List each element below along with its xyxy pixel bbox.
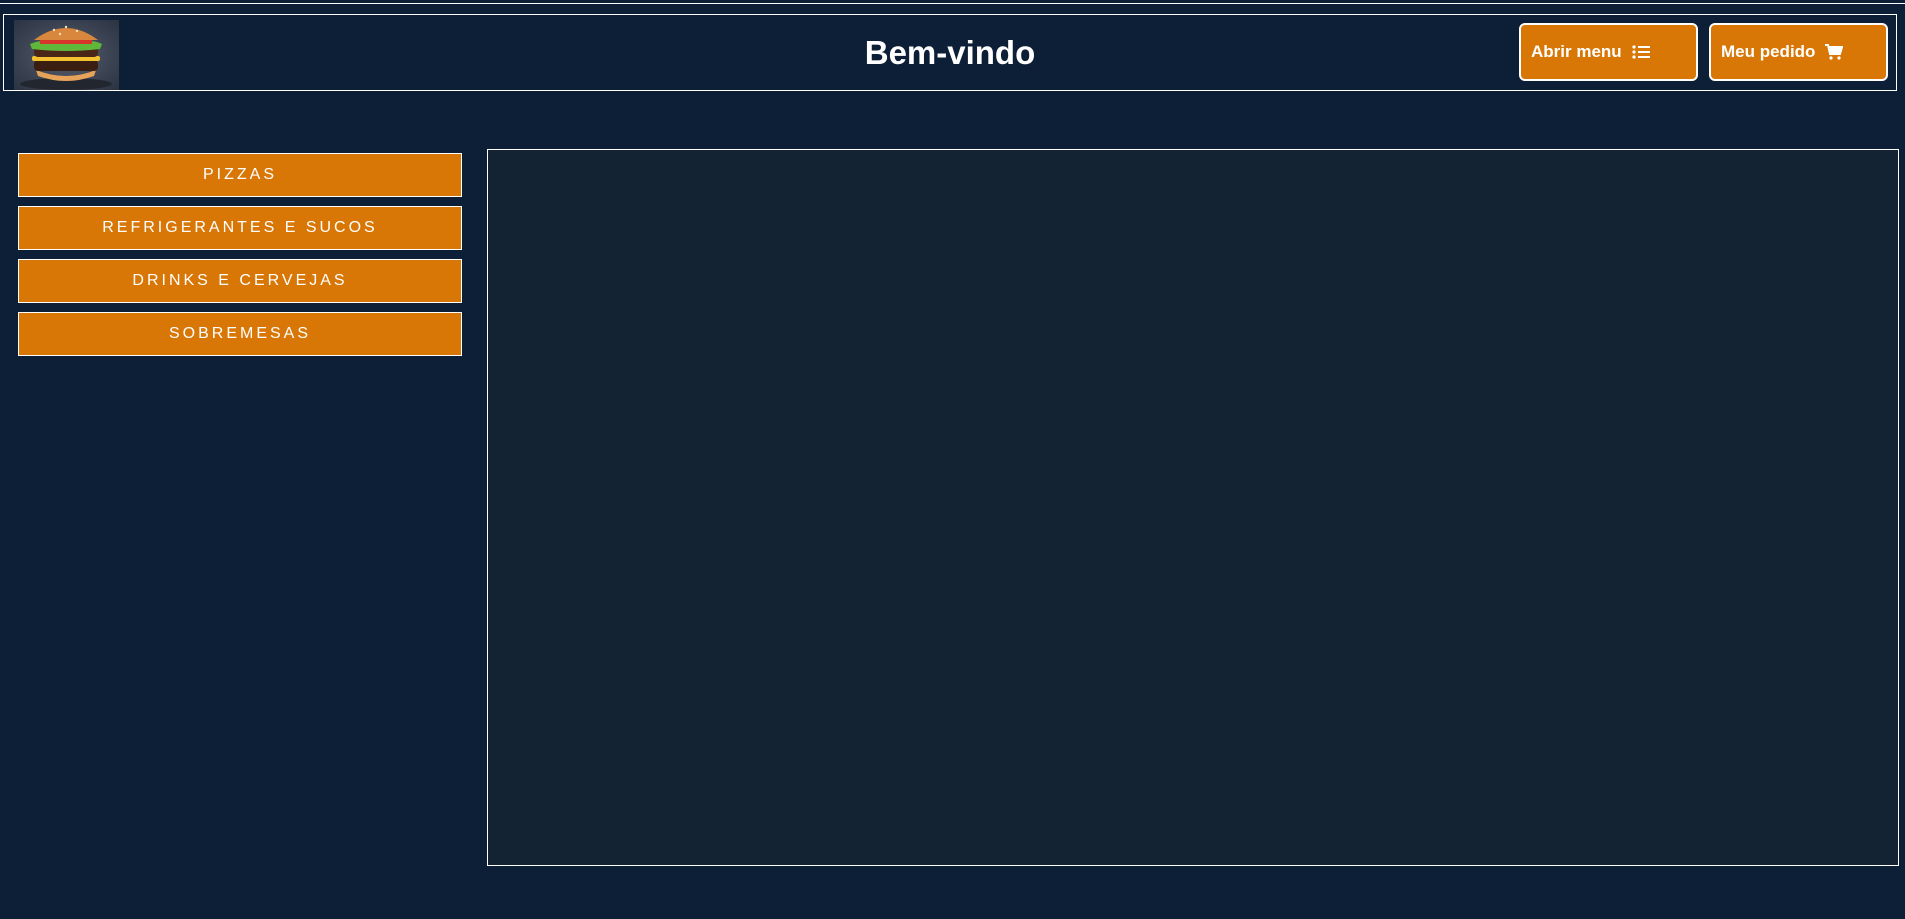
header-bar: Bem-vindo Abrir menu Meu pedido <box>3 14 1897 91</box>
category-button-sobremesas[interactable]: SOBREMESAS <box>18 312 462 356</box>
burger-logo[interactable] <box>14 20 119 90</box>
my-order-button[interactable]: Meu pedido <box>1709 23 1888 81</box>
my-order-label: Meu pedido <box>1721 42 1816 61</box>
category-sidebar: PIZZAS REFRIGERANTES E SUCOS DRINKS E CE… <box>18 153 462 365</box>
open-menu-label: Abrir menu <box>1531 42 1622 61</box>
cart-icon <box>1825 44 1844 60</box>
list-icon <box>1632 45 1650 59</box>
category-button-refrigerantes-e-sucos[interactable]: REFRIGERANTES E SUCOS <box>18 206 462 250</box>
category-button-pizzas[interactable]: PIZZAS <box>18 153 462 197</box>
category-button-drinks-e-cervejas[interactable]: DRINKS E CERVEJAS <box>18 259 462 303</box>
top-divider <box>0 3 1905 4</box>
open-menu-button[interactable]: Abrir menu <box>1519 23 1698 81</box>
content-panel <box>487 149 1899 866</box>
